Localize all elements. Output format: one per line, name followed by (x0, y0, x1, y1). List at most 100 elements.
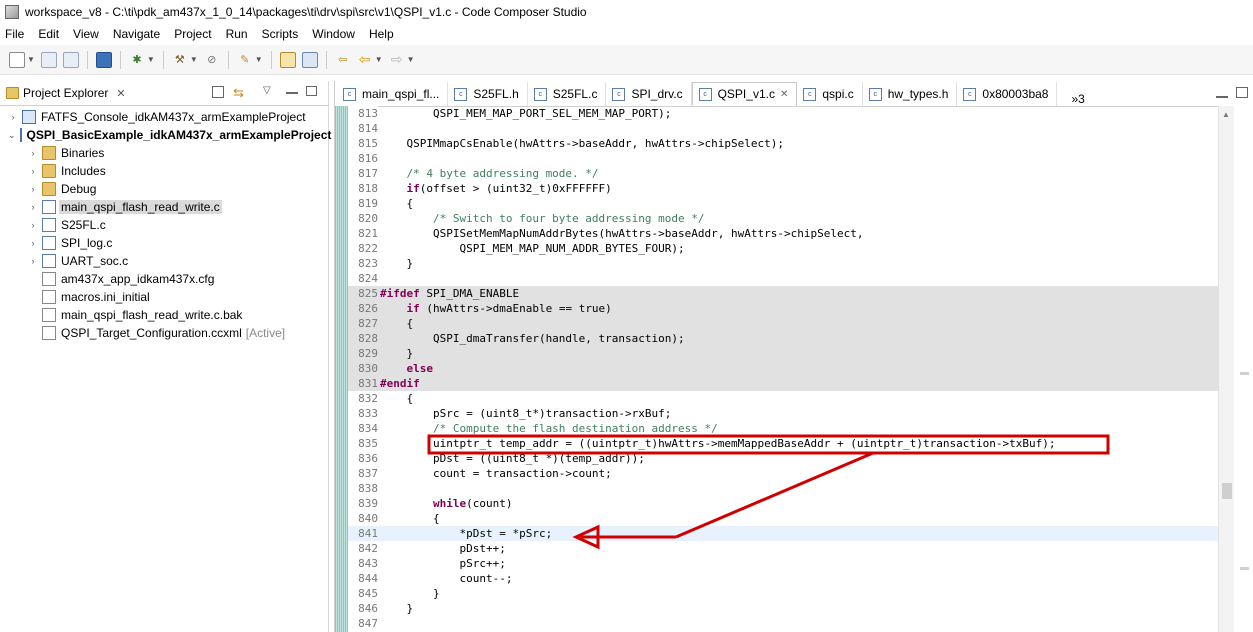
menu-view[interactable]: View (66, 27, 106, 41)
new-icon[interactable] (9, 51, 25, 68)
code-line[interactable]: 833 pSrc = (uint8_t*)transaction->rxBuf; (348, 406, 1218, 421)
code-line[interactable]: 814 (348, 121, 1218, 136)
code-line[interactable]: 840 { (348, 511, 1218, 526)
code-line[interactable]: 837 count = transaction->count; (348, 466, 1218, 481)
menu-navigate[interactable]: Navigate (106, 27, 167, 41)
overview-mark[interactable] (1240, 372, 1249, 375)
expand-toggle-icon[interactable]: › (8, 112, 18, 122)
maximize-view-icon[interactable] (306, 86, 317, 96)
project-item[interactable]: › FATFS_Console_idkAM437x_armExampleProje… (0, 108, 329, 126)
code-line[interactable]: 832 { (348, 391, 1218, 406)
editor-tab[interactable]: c main_qspi_fl... (337, 82, 449, 106)
tree-item[interactable]: main_qspi_flash_read_write.c.bak (0, 306, 329, 324)
vertical-scrollbar[interactable]: ▲ (1218, 106, 1235, 632)
code-line[interactable]: 813 QSPI_MEM_MAP_PORT_SEL_MEM_MAP_PORT); (348, 106, 1218, 121)
code-line[interactable]: 841 *pDst = *pSrc; (348, 526, 1218, 541)
expand-toggle-icon[interactable]: › (28, 256, 38, 266)
tree-item[interactable]: › Debug (0, 180, 329, 198)
menu-run[interactable]: Run (219, 27, 255, 41)
editor-tab[interactable]: c qspi.c (797, 82, 863, 106)
debug-bug-icon[interactable]: ✱ (129, 52, 145, 68)
tools-icon[interactable]: ✎ (237, 52, 253, 68)
code-line[interactable]: 829 } (348, 346, 1218, 361)
menu-scripts[interactable]: Scripts (255, 27, 306, 41)
back-icon[interactable]: ⇦ (357, 51, 373, 68)
editor-tab[interactable]: c S25FL.c (528, 82, 607, 106)
build-dropdown-icon[interactable]: ▼ (190, 55, 198, 64)
save-icon[interactable] (40, 51, 57, 68)
annotation-icon[interactable] (279, 51, 296, 68)
code-line[interactable]: 816 (348, 151, 1218, 166)
editor-tab[interactable]: c SPI_drv.c (606, 82, 692, 106)
editor-tab[interactable]: c hw_types.h (863, 82, 958, 106)
code-line[interactable]: 821 QSPISetMemMapNumAddrBytes(hwAttrs->b… (348, 226, 1218, 241)
link-with-editor-icon[interactable]: ⇆ (233, 85, 244, 101)
new-dropdown-icon[interactable]: ▼ (27, 55, 35, 64)
code-line[interactable]: 844 count--; (348, 571, 1218, 586)
code-line[interactable]: 834 /* Compute the flash destination add… (348, 421, 1218, 436)
scrollbar-thumb[interactable] (1222, 483, 1232, 499)
code-line[interactable]: 845 } (348, 586, 1218, 601)
expand-toggle-icon[interactable]: › (28, 202, 38, 212)
code-line[interactable]: 820 /* Switch to four byte addressing mo… (348, 211, 1218, 226)
menu-project[interactable]: Project (167, 27, 218, 41)
expand-toggle-icon[interactable]: › (28, 148, 38, 158)
forward-icon[interactable]: ⇨ (389, 51, 405, 68)
tree-item[interactable]: › Binaries (0, 144, 329, 162)
expand-toggle-icon[interactable]: › (28, 238, 38, 248)
close-view-icon[interactable]: ✕ (116, 87, 125, 100)
menu-help[interactable]: Help (362, 27, 401, 41)
code-line[interactable]: 836 pDst = ((uint8_t *)(temp_addr)); (348, 451, 1218, 466)
tree-item[interactable]: › main_qspi_flash_read_write.c (0, 198, 329, 216)
maximize-editor-icon[interactable] (1236, 87, 1248, 98)
close-tab-icon[interactable]: ✕ (780, 89, 788, 100)
tree-item[interactable]: QSPI_Target_Configuration.ccxml [Active] (0, 324, 329, 342)
forward-dropdown-icon[interactable]: ▼ (407, 55, 415, 64)
menu-edit[interactable]: Edit (31, 27, 66, 41)
code-line[interactable]: 824 (348, 271, 1218, 286)
search-icon[interactable]: ⊘ (204, 52, 220, 68)
tab-overflow[interactable]: »3 (1071, 92, 1084, 106)
menu-file[interactable]: File (0, 27, 31, 41)
terminal-icon[interactable] (95, 51, 112, 68)
last-edit-icon[interactable]: ⇦ (335, 52, 351, 68)
code-line[interactable]: 828 QSPI_dmaTransfer(handle, transaction… (348, 331, 1218, 346)
tree-item[interactable]: macros.ini_initial (0, 288, 329, 306)
minimize-editor-icon[interactable] (1216, 87, 1228, 98)
code-line[interactable]: 822 QSPI_MEM_MAP_NUM_ADDR_BYTES_FOUR); (348, 241, 1218, 256)
view-menu-icon[interactable]: ▽ (263, 85, 271, 96)
code-line[interactable]: 846 } (348, 601, 1218, 616)
code-line[interactable]: 819 { (348, 196, 1218, 211)
overview-mark[interactable] (1240, 567, 1249, 570)
tree-item[interactable]: › S25FL.c (0, 216, 329, 234)
project-explorer-tab[interactable]: Project Explorer ✕ ⇆ ▽ (0, 81, 328, 106)
expand-toggle-icon[interactable]: ⌄ (8, 130, 16, 141)
code-line[interactable]: 830 else (348, 361, 1218, 376)
tools-dropdown-icon[interactable]: ▼ (255, 55, 263, 64)
scroll-up-icon[interactable]: ▲ (1222, 110, 1230, 119)
code-line[interactable]: 831 #endif (348, 376, 1218, 391)
code-line[interactable]: 817 /* 4 byte addressing mode. */ (348, 166, 1218, 181)
code-line[interactable]: 826 if (hwAttrs->dmaEnable == true) (348, 301, 1218, 316)
editor-tab[interactable]: c 0x80003ba8 (957, 82, 1058, 106)
project-item[interactable]: ⌄ QSPI_BasicExample_idkAM437x_armExampleP… (0, 126, 331, 144)
save-all-icon[interactable] (62, 51, 79, 68)
tree-item[interactable]: › SPI_log.c (0, 234, 329, 252)
code-line[interactable]: 847 (348, 616, 1218, 631)
collapse-all-icon[interactable] (212, 86, 224, 98)
code-line[interactable]: 827 { (348, 316, 1218, 331)
code-line[interactable]: 815 QSPIMmapCsEnable(hwAttrs->baseAddr, … (348, 136, 1218, 151)
code-line[interactable]: 835 uintptr_t temp_addr = ((uintptr_t)hw… (348, 436, 1218, 451)
back-dropdown-icon[interactable]: ▼ (375, 55, 383, 64)
code-line[interactable]: 842 pDst++; (348, 541, 1218, 556)
build-hammer-icon[interactable]: ⚒ (172, 52, 188, 68)
code-line[interactable]: 839 while(count) (348, 496, 1218, 511)
expand-toggle-icon[interactable]: › (28, 184, 38, 194)
code-line[interactable]: 818 if(offset > (uint32_t)0xFFFFFF) (348, 181, 1218, 196)
expand-toggle-icon[interactable]: › (28, 166, 38, 176)
editor-tab[interactable]: c QSPI_v1.c ✕ (691, 82, 798, 106)
tree-item[interactable]: › UART_soc.c (0, 252, 329, 270)
tree-item[interactable]: am437x_app_idkam437x.cfg (0, 270, 329, 288)
menu-window[interactable]: Window (305, 27, 362, 41)
expand-toggle-icon[interactable]: › (28, 220, 38, 230)
